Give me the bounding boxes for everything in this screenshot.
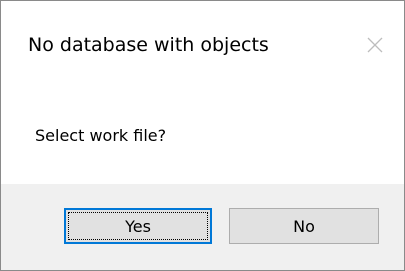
yes-button[interactable]: Yes — [64, 208, 212, 244]
dialog-title: No database with objects — [28, 34, 269, 56]
dialog-message: Select work file? — [35, 126, 167, 145]
message-dialog: No database with objects Select work fil… — [0, 0, 405, 271]
dialog-content: Select work file? — [1, 89, 404, 184]
dialog-titlebar[interactable]: No database with objects — [1, 1, 404, 89]
no-button-label: No — [293, 216, 315, 236]
close-icon — [361, 31, 389, 59]
dialog-footer: Yes No — [1, 184, 404, 270]
yes-button-label: Yes — [125, 216, 151, 236]
close-button[interactable] — [361, 31, 389, 59]
no-button[interactable]: No — [229, 208, 379, 244]
